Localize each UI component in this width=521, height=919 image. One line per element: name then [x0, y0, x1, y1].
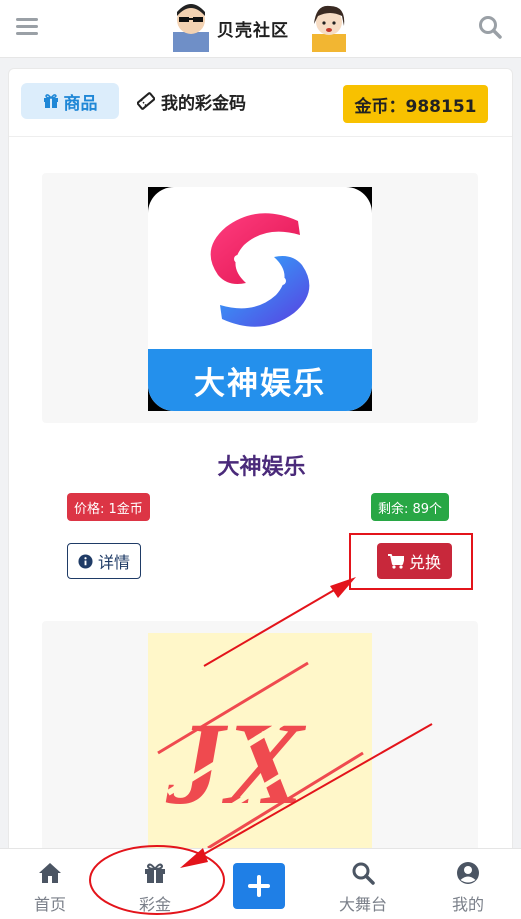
detail-button[interactable]: 详情 — [67, 543, 142, 579]
nav-label-mine: 我的 — [451, 895, 484, 914]
dashen-logo-icon — [210, 213, 310, 327]
shop-card: 商品 我的彩金码 金币：988151 大神娱乐 大神娱乐 价格: 1金币 剩余:… — [8, 68, 513, 858]
nav-item-stage[interactable]: 大舞台 — [323, 849, 403, 919]
nav-add-button[interactable] — [233, 863, 285, 909]
tab-my-code[interactable]: 我的彩金码 — [137, 83, 246, 119]
logo-character-left-icon — [173, 4, 209, 52]
home-icon — [39, 863, 61, 883]
nav-label-stage: 大舞台 — [338, 895, 387, 914]
nav-item-mine[interactable]: 我的 — [428, 849, 508, 919]
search-icon[interactable] — [477, 14, 503, 40]
tab-goods[interactable]: 商品 — [21, 83, 119, 119]
ticket-icon — [137, 92, 155, 110]
tabs-row: 商品 我的彩金码 金币：988151 — [9, 69, 512, 137]
bottom-nav: 首页 彩金 大舞台 我的 — [0, 848, 521, 919]
tab-goods-label: 商品 — [63, 93, 98, 114]
stock-badge: 剩余: 89个 — [371, 493, 450, 521]
product-title: 大神娱乐 — [217, 455, 306, 480]
nav-label-caijin: 彩金 — [138, 895, 171, 914]
tab-my-code-label: 我的彩金码 — [161, 93, 246, 114]
menu-icon[interactable] — [16, 18, 38, 36]
nav-item-caijin[interactable]: 彩金 — [115, 849, 195, 919]
site-logo[interactable]: 贝壳社区 — [167, 0, 352, 54]
product-app-icon: JX — [148, 633, 372, 857]
product-image-box[interactable]: 大神娱乐 — [42, 173, 478, 423]
user-icon — [457, 862, 479, 884]
price-badge: 价格: 1金币 — [67, 493, 150, 521]
nav-item-home[interactable]: 首页 — [10, 849, 90, 919]
logo-text: 贝壳社区 — [217, 21, 289, 41]
nav-label-home: 首页 — [33, 895, 66, 914]
product-app-icon: 大神娱乐 — [148, 187, 372, 411]
annotation-highlight-box — [349, 533, 473, 590]
info-icon — [78, 553, 93, 569]
coin-balance-badge: 金币：988151 — [343, 85, 488, 123]
gift-icon — [43, 94, 58, 108]
search-icon — [352, 862, 375, 885]
logo-character-right-icon — [312, 5, 346, 52]
jx-logo-icon: JX — [157, 661, 364, 850]
product-icon-text: 大神娱乐 — [194, 366, 326, 402]
top-header: 贝壳社区 — [0, 0, 521, 58]
product-image-box[interactable]: JX — [42, 621, 478, 857]
detail-button-label: 详情 — [98, 553, 131, 572]
gift-icon — [145, 863, 165, 883]
